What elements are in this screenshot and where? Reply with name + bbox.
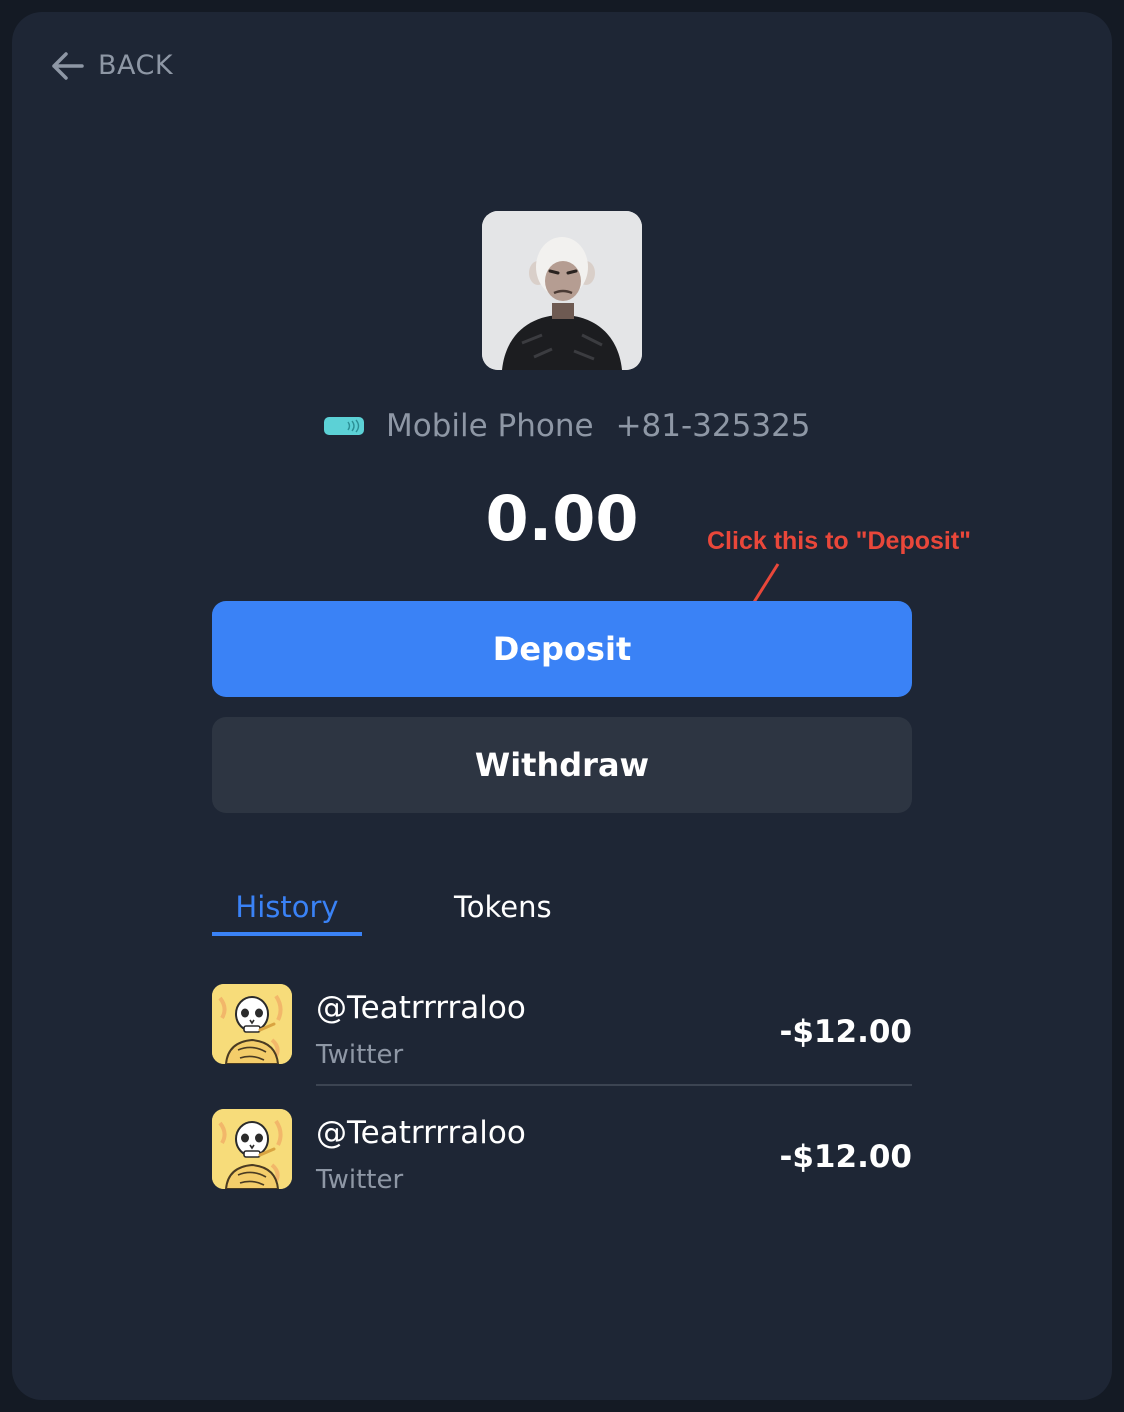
contact-type: Mobile Phone <box>386 408 594 444</box>
deposit-button[interactable]: Deposit <box>212 601 912 697</box>
transaction-divider <box>316 1084 912 1086</box>
back-button[interactable]: BACK <box>50 50 173 81</box>
transaction-row[interactable]: @Teatrrrraloo Twitter -$12.00 <box>212 984 913 1070</box>
transaction-handle: @Teatrrrraloo <box>316 990 526 1026</box>
transaction-amount: -$12.00 <box>779 1139 913 1175</box>
deposit-annotation: Click this to "Deposit" <box>707 527 972 555</box>
transaction-avatar <box>212 984 292 1064</box>
skull-avatar-icon <box>212 984 292 1064</box>
transaction-source: Twitter <box>316 1040 404 1070</box>
phone-card-icon <box>324 417 364 435</box>
tab-tokens[interactable]: Tokens <box>454 890 552 924</box>
contact-row: Mobile Phone +81-325325 <box>324 408 811 444</box>
ape-avatar-icon <box>482 211 642 370</box>
transaction-handle: @Teatrrrraloo <box>316 1115 526 1151</box>
transaction-amount: -$12.00 <box>779 1014 913 1050</box>
arrow-left-icon <box>52 51 84 80</box>
skull-avatar-icon <box>212 1109 292 1189</box>
phone-number: +81-325325 <box>615 408 811 444</box>
wallet-card: BACK Mobile Phone +81-325325 0.00 Click … <box>12 12 1112 1400</box>
withdraw-button[interactable]: Withdraw <box>212 717 912 813</box>
active-tab-indicator <box>212 932 362 936</box>
transaction-avatar <box>212 1109 292 1189</box>
tab-history[interactable]: History <box>212 890 362 924</box>
transaction-row[interactable]: @Teatrrrraloo Twitter -$12.00 <box>212 1109 913 1195</box>
transaction-source: Twitter <box>316 1165 404 1195</box>
tab-bar: History Tokens <box>212 890 912 940</box>
profile-avatar <box>482 211 642 370</box>
back-label: BACK <box>98 50 174 81</box>
